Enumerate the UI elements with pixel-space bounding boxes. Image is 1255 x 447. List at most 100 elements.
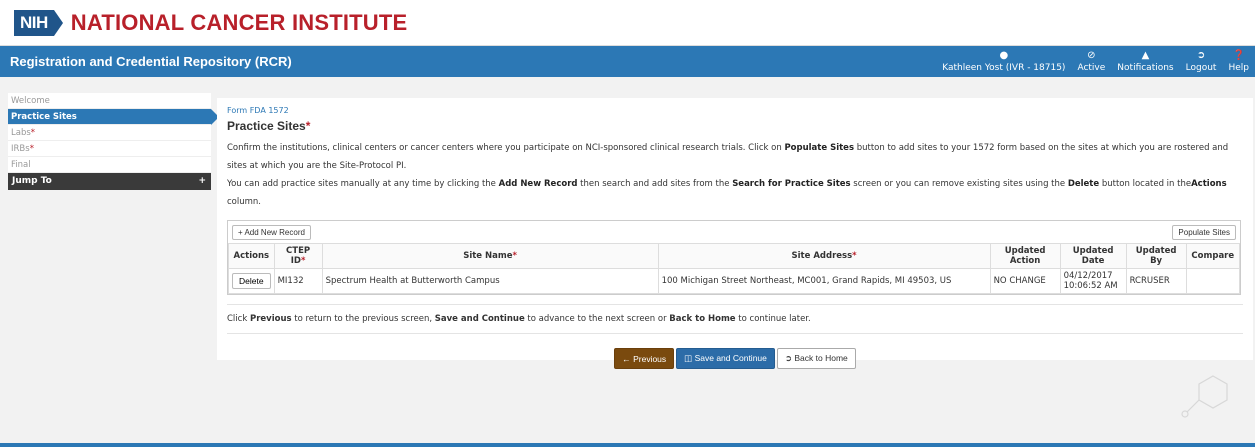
help-button[interactable]: ❓ Help bbox=[1228, 50, 1249, 77]
grid-toolbar: + Add New Record Populate Sites bbox=[228, 221, 1240, 243]
required-marker: * bbox=[300, 256, 306, 266]
cell-updated-action: NO CHANGE bbox=[989, 268, 1061, 294]
cell-compare bbox=[1185, 268, 1241, 294]
logout-button[interactable]: ➲ Logout bbox=[1186, 50, 1217, 77]
column-header-site-address[interactable]: Site Address* bbox=[657, 243, 991, 269]
sidebar-item-final[interactable]: Final bbox=[8, 157, 211, 173]
save-icon: ◫ bbox=[684, 353, 695, 363]
navigation-instructions: Click Previous to return to the previous… bbox=[227, 314, 1243, 324]
text: then search and add sites from the bbox=[577, 179, 733, 189]
text-bold: Delete bbox=[1067, 179, 1100, 189]
page-title: Practice Sites* bbox=[227, 119, 1243, 133]
column-header-actions: Actions bbox=[228, 243, 275, 269]
jump-to-label: Jump To bbox=[12, 176, 52, 186]
populate-sites-button[interactable]: Populate Sites bbox=[1172, 224, 1236, 240]
home-label: Back to Home bbox=[794, 353, 848, 363]
bell-icon: ▲ bbox=[1141, 50, 1150, 61]
delete-button[interactable]: Delete bbox=[232, 273, 271, 289]
required-marker: * bbox=[852, 251, 857, 261]
top-actions: ● Kathleen Yost (IVR - 18715) ⊘ Active ▲… bbox=[942, 46, 1249, 77]
text: Click bbox=[227, 314, 250, 324]
table-header-row: Actions CTEP ID* Site Name* Site Address… bbox=[228, 243, 1241, 269]
save-and-continue-button[interactable]: ◫ Save and Continue bbox=[676, 348, 775, 369]
required-marker: * bbox=[512, 251, 517, 261]
back-to-home-button[interactable]: ➲ Back to Home bbox=[776, 348, 856, 369]
previous-button[interactable]: ← Previous bbox=[614, 348, 675, 369]
check-circle-icon: ⊘ bbox=[1087, 50, 1096, 61]
instructions-paragraph-2: You can add practice sites manually at a… bbox=[227, 175, 1243, 211]
sidebar-item-labs[interactable]: Labs* bbox=[8, 125, 211, 141]
add-new-record-button[interactable]: + Add New Record bbox=[232, 224, 311, 240]
breadcrumb[interactable]: Form FDA 1572 bbox=[227, 106, 1243, 115]
date-line: 04/12/2017 bbox=[1063, 271, 1113, 281]
column-header-updated-by[interactable]: Updated By bbox=[1125, 243, 1187, 269]
divider bbox=[227, 333, 1243, 334]
text-bold: Add New Record bbox=[498, 179, 578, 189]
text-bold: Actions bbox=[1191, 179, 1227, 189]
sidebar-item-practice-sites[interactable]: Practice Sites bbox=[8, 109, 219, 125]
header-label: Site Name bbox=[463, 251, 513, 261]
brand-header: NIH NATIONAL CANCER INSTITUTE bbox=[0, 0, 1255, 46]
text: to return to the previous screen, bbox=[291, 314, 435, 324]
required-marker: * bbox=[305, 119, 311, 133]
cell-actions: Delete bbox=[228, 268, 275, 294]
instructions-paragraph-1: Confirm the institutions, clinical cente… bbox=[227, 139, 1243, 175]
navigation-buttons: ← Previous ◫ Save and Continue ➲ Back to… bbox=[227, 348, 1243, 369]
bottom-bar bbox=[0, 443, 1255, 447]
notifications-label: Notifications bbox=[1117, 63, 1174, 73]
sidebar-item-welcome[interactable]: Welcome bbox=[8, 93, 211, 109]
column-header-compare: Compare bbox=[1185, 243, 1241, 269]
sites-table: Actions CTEP ID* Site Name* Site Address… bbox=[228, 243, 1241, 294]
decorative-hexagon-graphic bbox=[1181, 375, 1228, 418]
sidebar-item-label: Welcome bbox=[11, 96, 50, 106]
text: You can add practice sites manually at a… bbox=[227, 179, 499, 189]
plus-icon: + bbox=[198, 176, 206, 186]
app-topbar: Registration and Credential Repository (… bbox=[0, 46, 1255, 77]
help-icon: ❓ bbox=[1232, 50, 1245, 61]
cell-site-address: 100 Michigan Street Northeast, MC001, Gr… bbox=[657, 268, 991, 294]
exit-icon: ➲ bbox=[784, 353, 795, 363]
column-header-updated-date[interactable]: Updated Date bbox=[1059, 243, 1127, 269]
column-header-ctep-id[interactable]: CTEP ID* bbox=[273, 243, 323, 269]
institute-name: NATIONAL CANCER INSTITUTE bbox=[70, 9, 408, 35]
text: to continue later. bbox=[735, 314, 811, 324]
sidebar-item-label: Practice Sites bbox=[11, 112, 77, 122]
text: to advance to the next screen or bbox=[524, 314, 670, 324]
sidebar: Welcome Practice Sites Labs* IRBs* Final… bbox=[8, 93, 219, 190]
required-marker: * bbox=[30, 128, 36, 138]
sidebar-item-irbs[interactable]: IRBs* bbox=[8, 141, 211, 157]
text: Confirm the institutions, clinical cente… bbox=[227, 143, 785, 153]
nih-logo: NIH bbox=[14, 9, 63, 36]
text-bold: Save and Continue bbox=[434, 314, 525, 324]
user-icon: ● bbox=[999, 50, 1009, 61]
app-title: Registration and Credential Repository (… bbox=[10, 54, 292, 69]
text: button located in the bbox=[1099, 179, 1192, 189]
status-menu[interactable]: ⊘ Active bbox=[1077, 50, 1105, 77]
page-title-text: Practice Sites bbox=[227, 119, 306, 133]
main-panel: Form FDA 1572 Practice Sites* Confirm th… bbox=[217, 98, 1253, 369]
notifications-button[interactable]: ▲ Notifications bbox=[1117, 50, 1173, 77]
arrow-left-icon: ← bbox=[622, 353, 634, 364]
sidebar-item-label: Labs bbox=[11, 128, 31, 138]
jump-to-menu[interactable]: Jump To + bbox=[8, 173, 211, 190]
text-bold: Back to Home bbox=[669, 314, 736, 324]
text-bold: Populate Sites bbox=[784, 143, 855, 153]
text-bold: Previous bbox=[249, 314, 292, 324]
logout-icon: ➲ bbox=[1196, 50, 1206, 61]
column-header-updated-action[interactable]: Updated Action bbox=[989, 243, 1061, 269]
nih-logo-text: NIH bbox=[14, 9, 54, 36]
text: screen or you can remove existing sites … bbox=[850, 179, 1068, 189]
header-label: CTEP ID bbox=[286, 246, 311, 266]
sidebar-item-label: IRBs bbox=[11, 144, 30, 154]
logout-label: Logout bbox=[1185, 63, 1217, 73]
text-bold: Search for Practice Sites bbox=[732, 179, 851, 189]
time-line: 10:06:52 AM bbox=[1063, 281, 1118, 291]
user-menu[interactable]: ● Kathleen Yost (IVR - 18715) bbox=[942, 50, 1065, 77]
divider bbox=[227, 304, 1243, 305]
required-marker: * bbox=[29, 144, 34, 154]
save-label: Save and Continue bbox=[694, 353, 767, 363]
previous-label: Previous bbox=[633, 353, 667, 364]
column-header-site-name[interactable]: Site Name* bbox=[321, 243, 659, 269]
cell-updated-by: RCRUSER bbox=[1125, 268, 1187, 294]
header-label: Site Address bbox=[791, 251, 853, 261]
